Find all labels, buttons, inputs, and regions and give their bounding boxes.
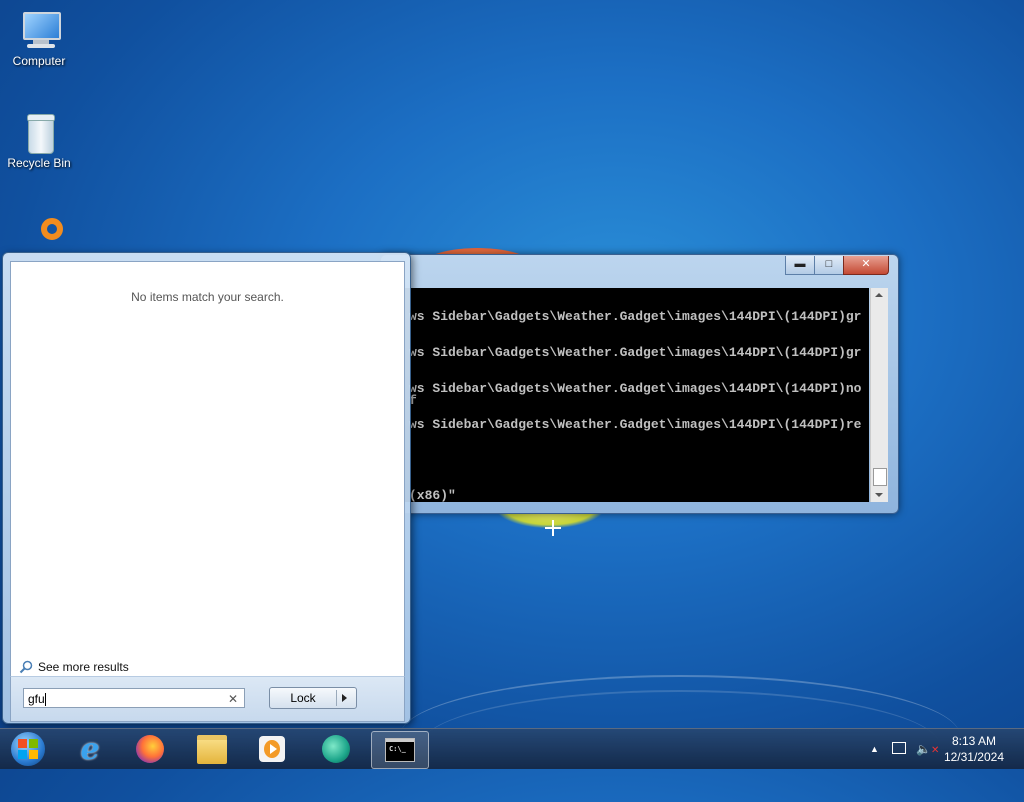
desktop-icon-label: Computer <box>12 54 66 68</box>
lock-button-label: Lock <box>290 691 316 705</box>
desktop-icon-label: Recycle Bin <box>7 156 71 170</box>
taskbar-command-prompt[interactable]: C:\_ <box>371 731 429 769</box>
folder-icon <box>197 734 227 764</box>
see-more-label: See more results <box>38 660 129 674</box>
maximize-button[interactable]: □ <box>814 256 844 275</box>
computer-icon <box>19 10 61 50</box>
firefox-icon <box>136 735 164 763</box>
console-line: ws Sidebar\Gadgets\Weather.Gadget\images… <box>409 381 862 396</box>
scroll-down-icon[interactable] <box>875 493 883 497</box>
desktop-icon-computer[interactable]: Computer <box>4 10 74 68</box>
search-results-panel: No items match your search. See more res… <box>10 261 405 676</box>
internet-explorer-icon: e <box>80 731 100 767</box>
volume-muted-icon[interactable]: 🔈✕ <box>916 742 939 756</box>
taskbar-internet-explorer[interactable]: e <box>64 731 116 767</box>
console-scrollbar[interactable] <box>870 288 888 502</box>
start-menu: No items match your search. See more res… <box>2 252 411 724</box>
desktop-icon-recycle-bin[interactable]: Recycle Bin <box>4 112 74 170</box>
app-shortcut-icon <box>19 216 63 256</box>
power-options-arrow-icon[interactable] <box>342 694 347 702</box>
lock-button[interactable]: Lock <box>269 687 357 709</box>
start-button[interactable] <box>2 731 54 767</box>
console-output[interactable]: ws Sidebar\Gadgets\Weather.Gadget\images… <box>403 288 869 502</box>
see-more-results-link[interactable]: See more results <box>19 660 129 674</box>
taskbar-firefox[interactable] <box>124 731 176 767</box>
clear-search-icon[interactable]: ✕ <box>228 689 238 709</box>
search-input-value: gfu <box>28 692 45 706</box>
taskbar-media-player[interactable] <box>246 731 298 767</box>
app-icon <box>322 735 350 763</box>
scroll-up-icon[interactable] <box>875 293 883 297</box>
search-icon <box>19 660 33 674</box>
console-line: ws Sidebar\Gadgets\Weather.Gadget\images… <box>409 309 862 324</box>
show-hidden-icons-icon[interactable]: ▲ <box>870 744 879 754</box>
divider <box>336 690 337 706</box>
recycle-bin-icon <box>19 112 59 154</box>
clock-date: 12/31/2024 <box>943 750 1004 764</box>
taskbar-app[interactable] <box>310 731 362 767</box>
no-results-message: No items match your search. <box>131 290 284 304</box>
clock-time: 8:13 AM <box>951 734 996 748</box>
console-line: ws Sidebar\Gadgets\Weather.Gadget\images… <box>409 417 862 432</box>
text-cursor <box>44 693 46 707</box>
command-prompt-icon: C:\_ <box>385 738 415 762</box>
taskbar-file-explorer[interactable] <box>186 731 238 767</box>
network-icon[interactable] <box>892 742 906 754</box>
minimize-button[interactable]: ▬ <box>785 256 815 275</box>
windows-logo-icon <box>11 732 45 766</box>
console-line: ws Sidebar\Gadgets\Weather.Gadget\images… <box>409 345 862 360</box>
system-clock[interactable]: 8:13 AM 12/31/2024 <box>944 733 1004 765</box>
console-line: (x86)" <box>409 488 456 502</box>
taskbar: e C:\_ ▲ 🔈✕ 8:13 AM 12/31/2024 <box>0 728 1024 769</box>
start-menu-bottom-bar: gfu ✕ Lock <box>10 676 405 722</box>
media-player-icon <box>259 736 285 762</box>
crosshair-cursor-icon <box>545 520 561 536</box>
close-button[interactable]: ✕ <box>843 256 889 275</box>
search-input[interactable]: gfu ✕ <box>23 688 245 708</box>
command-prompt-window[interactable]: ▬ □ ✕ ws Sidebar\Gadgets\Weather.Gadget\… <box>380 254 899 514</box>
scroll-thumb[interactable] <box>873 468 887 486</box>
